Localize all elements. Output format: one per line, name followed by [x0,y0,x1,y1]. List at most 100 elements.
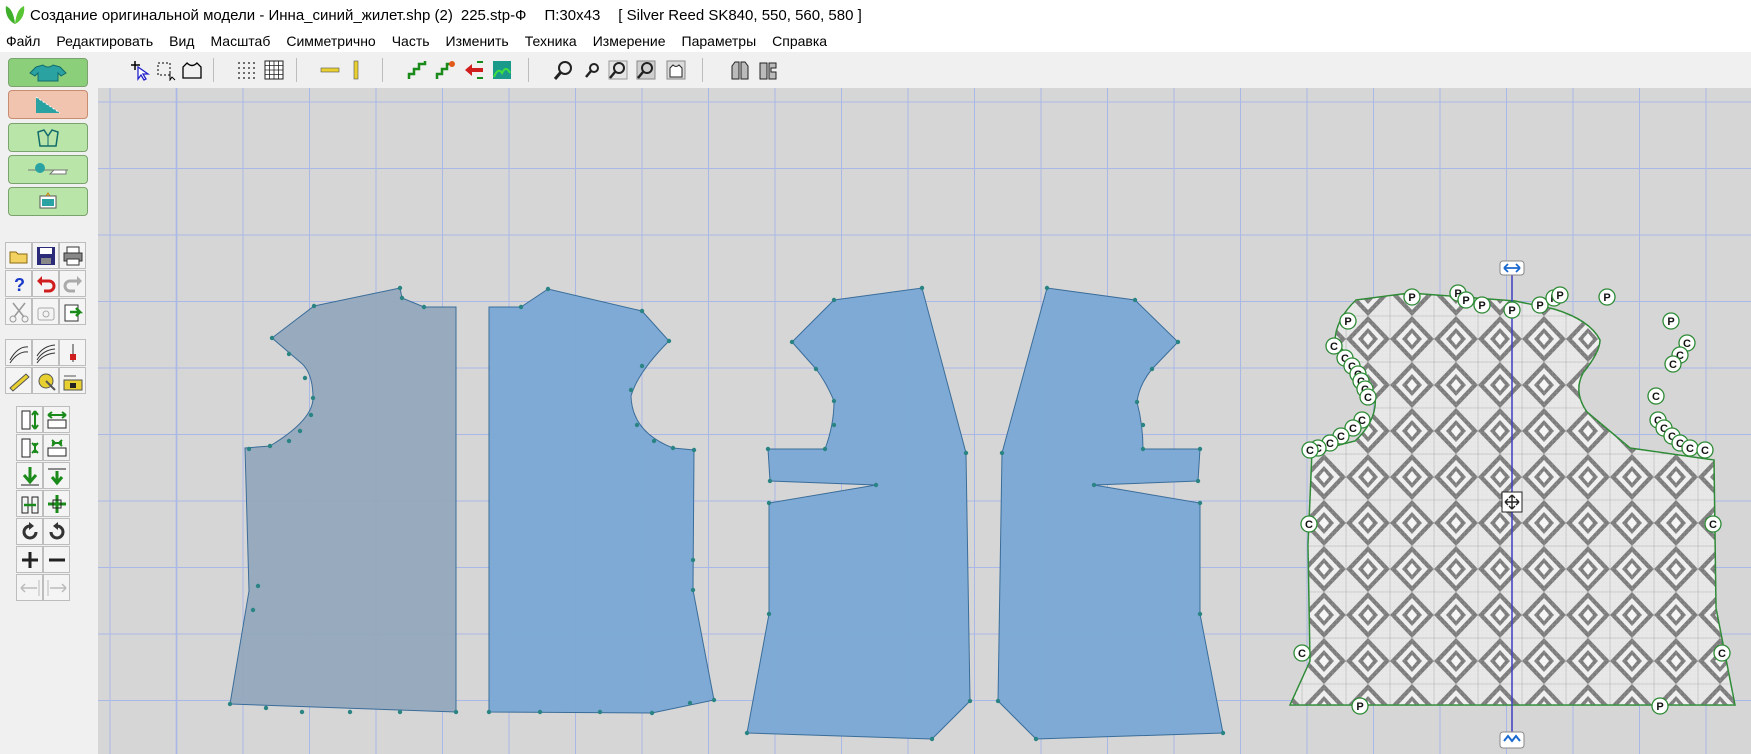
p-point-marker[interactable]: P [1551,286,1569,304]
shape-node[interactable] [765,446,771,452]
shape-node[interactable] [310,395,316,401]
align-right-icon[interactable] [43,574,70,601]
shape-node[interactable] [1132,297,1138,303]
move-all-icon[interactable] [43,490,70,517]
cut-icon[interactable] [5,298,32,325]
p-point-marker[interactable]: P [1473,296,1491,314]
shape-node[interactable] [421,304,427,310]
shape-node[interactable] [831,398,837,404]
shape-node[interactable] [399,295,405,301]
shape-node[interactable] [789,339,795,345]
p-point-marker[interactable]: P [1457,291,1475,309]
shape-node[interactable] [639,363,645,369]
shape-node[interactable] [873,482,879,488]
shape-node[interactable] [1175,339,1181,345]
c-point-marker[interactable]: C [1359,388,1377,406]
fill-pattern-icon[interactable] [490,58,514,82]
menu-measure[interactable]: Измерение [585,33,674,49]
shape-node[interactable] [967,698,973,704]
measure-tape-icon[interactable] [32,367,59,394]
shape-node[interactable] [1197,611,1203,617]
menu-view[interactable]: Вид [161,33,202,49]
shape-node[interactable] [1033,736,1039,742]
shape-node[interactable] [919,285,925,291]
shape-node[interactable] [666,338,672,344]
curve-alt-icon[interactable] [32,339,59,366]
shape-node[interactable] [227,701,233,707]
c-point-marker[interactable]: C [1647,387,1665,405]
shape-node[interactable] [995,698,1001,704]
shape-node[interactable] [286,438,292,444]
shape-node[interactable] [518,304,524,310]
zoom-icon[interactable] [552,58,576,82]
preview-button[interactable] [8,187,88,216]
shape-node[interactable] [537,709,543,715]
arrow-left-icon[interactable] [462,58,486,82]
shape-node[interactable] [1197,446,1203,452]
p-point-marker[interactable]: P [1651,697,1669,715]
shape-node[interactable] [670,445,676,451]
shape-node[interactable] [929,736,935,742]
c-point-marker[interactable]: C [1696,441,1714,459]
stairs-icon[interactable] [406,58,430,82]
p-point-marker[interactable]: P [1339,312,1357,330]
shape-node[interactable] [250,607,256,613]
shape-node[interactable] [1149,366,1155,372]
shape-node[interactable] [744,730,750,736]
mirror-icon[interactable] [16,490,43,517]
move-down-icon[interactable] [16,462,43,489]
shape-node[interactable] [267,443,273,449]
horizontal-ruler-icon[interactable] [318,58,342,82]
shape-node[interactable] [286,351,292,357]
p-point-marker[interactable]: P [1598,288,1616,306]
garment-mode-button[interactable] [8,58,88,87]
c-point-marker[interactable]: C [1301,441,1319,459]
shape-node[interactable] [269,335,275,341]
shape-node[interactable] [397,709,403,715]
align-left-icon[interactable] [16,574,43,601]
pattern-canvas[interactable]: PPPPPPPPPPPCCCCCCCCCCCCCCCCCCCCCCCCCCCPP [98,88,1751,754]
shape-node[interactable] [1044,285,1050,291]
shape-node[interactable] [963,450,969,456]
shape-node[interactable] [628,387,634,393]
shape-node[interactable] [649,710,655,716]
c-point-marker[interactable]: C [1664,355,1682,373]
zoom-in-icon[interactable] [606,58,630,82]
help-icon[interactable]: ? [5,270,32,297]
shape-node[interactable] [453,709,459,715]
shape-node[interactable] [831,297,837,303]
menu-part[interactable]: Часть [384,33,438,49]
shape-node[interactable] [1197,500,1203,506]
menu-technique[interactable]: Техника [517,33,585,49]
stairs-node-icon[interactable] [434,58,458,82]
curve-tool-icon[interactable] [5,339,32,366]
menu-parameters[interactable]: Параметры [674,33,765,49]
node-tool-icon[interactable] [59,339,86,366]
undo-icon[interactable] [32,270,59,297]
shape-node[interactable] [766,500,772,506]
select-pointer-icon[interactable] [128,58,152,82]
c-point-marker[interactable]: C [1713,644,1731,662]
move-handle[interactable] [1501,491,1523,513]
c-point-marker[interactable]: C [1293,644,1311,662]
shape-node[interactable] [302,375,308,381]
stretch-vertical-icon[interactable] [16,406,43,433]
fit-window-icon[interactable] [664,58,688,82]
zoom-plus-icon[interactable] [16,546,43,573]
select-node-icon[interactable] [154,58,178,82]
shape-node[interactable] [1091,482,1097,488]
shape-node[interactable] [1140,422,1146,428]
measure-node-icon[interactable] [59,367,86,394]
shrink-horizontal-icon[interactable] [43,434,70,461]
zoom-minus-icon[interactable] [43,546,70,573]
shape-node[interactable] [690,587,696,593]
shape-node[interactable] [255,583,261,589]
shape-node[interactable] [1220,730,1226,736]
shape-node[interactable] [397,285,403,291]
stretch-horizontal-icon[interactable] [43,406,70,433]
menu-symmetry[interactable]: Симметрично [278,33,383,49]
print-icon[interactable] [59,242,86,269]
shape-node[interactable] [297,428,303,434]
redo-icon[interactable] [59,270,86,297]
shape-node[interactable] [687,700,693,706]
